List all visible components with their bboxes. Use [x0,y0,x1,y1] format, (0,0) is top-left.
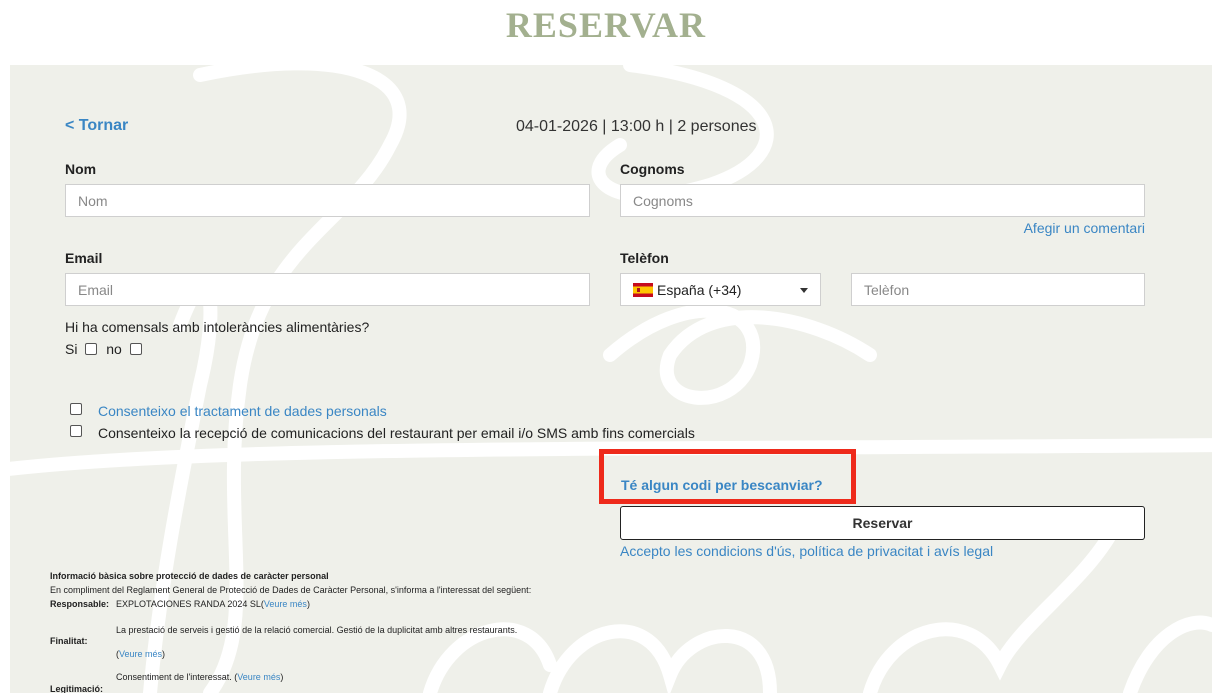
country-code-value: España (+34) [657,281,742,298]
yes-checkbox[interactable] [85,342,98,355]
cognoms-input[interactable] [620,184,1145,217]
reserve-button[interactable]: Reservar [620,506,1145,540]
consent-comms-label: Consenteixo la recepció de comunicacions… [98,425,695,441]
spain-flag-icon [633,282,653,297]
privacy-intro: En compliment del Reglament General de P… [50,585,532,595]
legitimacio-more-link[interactable]: Veure més [237,672,280,682]
intolerance-question: Hi ha comensals amb intoleràncies alimen… [65,319,370,335]
reservation-panel: < Tornar 04-01-2026 | 13:00 h | 2 person… [10,65,1212,693]
telefon-label: Telèfon [620,250,669,266]
responsable-value-line: EXPLOTACIONES RANDA 2024 SL(Veure més) [116,599,310,609]
paren-close: ) [162,649,166,659]
paren-close: ) [280,672,284,682]
finalitat-more-link[interactable]: Veure més [119,649,162,659]
page-title: RESERVAR [505,5,707,45]
yes-label: Si [65,341,78,357]
chevron-down-icon [800,288,808,293]
back-link[interactable]: < Tornar [65,117,128,135]
consent-comms-checkbox[interactable] [70,425,82,437]
terms-link[interactable]: Accepto les condicions d'ús, política de… [620,543,993,559]
consent-data-checkbox[interactable] [70,403,82,415]
responsable-more-link[interactable]: Veure més [264,599,307,609]
phone-input[interactable] [851,273,1145,306]
nom-input[interactable] [65,184,590,217]
redeem-code-link[interactable]: Té algun codi per bescanviar? [621,477,823,493]
nom-label: Nom [65,161,97,177]
paren-close: ) [306,599,310,609]
legitimacio-value-line: Consentiment de l'interessat. (Veure més… [116,672,283,682]
country-code-select[interactable]: España (+34) [620,273,821,306]
no-label: no [106,341,122,357]
finalitat-value: La prestació de serveis i gestió de la r… [116,625,518,635]
intolerance-options: Si no [65,341,142,357]
booking-summary: 04-01-2026 | 13:00 h | 2 persones [516,118,757,135]
add-comment-link[interactable]: Afegir un comentari [1024,220,1145,236]
responsable-value: EXPLOTACIONES RANDA 2024 SL [116,599,261,609]
legitimacio-value: Consentiment de l'interessat. [116,672,232,682]
email-label: Email [65,250,103,266]
no-checkbox[interactable] [129,342,142,355]
privacy-heading: Informació bàsica sobre protecció de dad… [50,571,329,581]
finalitat-more-line: (Veure més) [116,649,165,659]
legitimacio-label: Legitimació: [50,684,104,693]
responsable-label: Responsable: [50,599,110,609]
consent-data-link[interactable]: Consenteixo el tractament de dades perso… [98,403,387,419]
finalitat-label: Finalitat: [50,636,88,646]
email-input[interactable] [65,273,590,306]
cognoms-label: Cognoms [620,161,685,177]
